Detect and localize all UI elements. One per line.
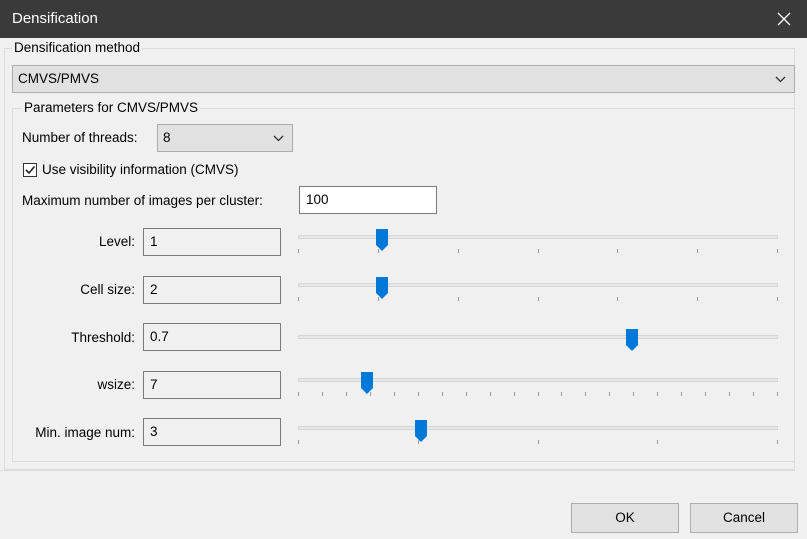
slider-tick <box>681 392 682 396</box>
slider-tick <box>538 440 539 444</box>
slider-tick <box>697 249 698 253</box>
params-group-label: Parameters for CMVS/PMVS <box>22 100 201 116</box>
footer-separator <box>0 470 795 471</box>
visibility-label[interactable]: Use visibility information (CMVS) <box>42 162 239 178</box>
slider-tick <box>418 392 419 396</box>
method-select[interactable]: CMVS/PMVS <box>12 65 795 93</box>
max-images-label: Maximum number of images per cluster: <box>22 193 263 208</box>
threads-select-value: 8 <box>163 130 171 145</box>
slider-tick <box>657 440 658 444</box>
title-bar: Densification <box>0 0 807 38</box>
densification-dialog: Densification Densification method CMVS/… <box>0 0 807 539</box>
slider-tick <box>697 297 698 301</box>
slider-tick <box>346 392 347 396</box>
min-image-num-input[interactable]: 3 <box>143 418 281 446</box>
threshold-label: Threshold: <box>71 330 135 345</box>
slider-tick <box>777 249 778 253</box>
slider-tick <box>298 249 299 253</box>
wsize-label: wsize: <box>97 377 135 392</box>
slider-tick <box>490 392 491 396</box>
slider-tick <box>458 249 459 253</box>
slider-tick <box>705 392 706 396</box>
slider-tick <box>777 392 778 396</box>
slider-tick <box>514 392 515 396</box>
slider-tick <box>538 297 539 301</box>
slider-tick <box>777 297 778 301</box>
min-image-num-label: Min. image num: <box>35 425 135 440</box>
wsize-slider[interactable] <box>298 371 778 409</box>
method-select-value: CMVS/PMVS <box>18 71 100 86</box>
min-image-num-slider[interactable] <box>298 419 778 457</box>
method-group-label: Densification method <box>12 40 143 56</box>
slider-tick <box>561 392 562 396</box>
slider-thumb-icon[interactable] <box>375 276 389 300</box>
slider-thumb-icon[interactable] <box>375 228 389 252</box>
slider-tick <box>657 392 658 396</box>
threshold-input[interactable]: 0.7 <box>143 323 281 351</box>
slider-tick <box>442 392 443 396</box>
slider-tick <box>538 392 539 396</box>
wsize-input[interactable]: 7 <box>143 371 281 399</box>
chevron-down-icon <box>273 135 284 141</box>
slider-tick <box>298 297 299 301</box>
slider-tick <box>322 392 323 396</box>
slider-thumb-icon[interactable] <box>625 328 639 352</box>
ok-button[interactable]: OK <box>571 503 679 533</box>
slider-tick <box>609 392 610 396</box>
slider-thumb-icon[interactable] <box>414 419 428 443</box>
slider-tick <box>617 249 618 253</box>
threads-label: Number of threads: <box>22 130 138 145</box>
slider-tick <box>538 249 539 253</box>
close-icon <box>777 12 791 26</box>
slider-tick <box>617 297 618 301</box>
cell-size-slider[interactable] <box>298 276 778 314</box>
slider-tick <box>633 392 634 396</box>
close-button[interactable] <box>761 0 807 38</box>
threshold-slider-track <box>298 335 778 339</box>
max-images-input[interactable]: 100 <box>299 186 437 214</box>
min-image-num-slider-track <box>298 426 778 430</box>
level-input[interactable]: 1 <box>143 228 281 256</box>
visibility-checkbox[interactable] <box>23 163 37 177</box>
slider-tick <box>585 392 586 396</box>
checkmark-icon <box>25 165 36 175</box>
slider-tick <box>753 392 754 396</box>
cell-size-label: Cell size: <box>80 282 135 297</box>
slider-tick <box>777 440 778 444</box>
threshold-slider[interactable] <box>298 328 778 366</box>
slider-tick <box>394 392 395 396</box>
threads-select[interactable]: 8 <box>157 124 293 152</box>
cancel-button[interactable]: Cancel <box>690 503 798 533</box>
chevron-down-icon <box>775 76 786 82</box>
slider-tick <box>298 440 299 444</box>
window-title: Densification <box>12 10 98 27</box>
level-slider[interactable] <box>298 228 778 266</box>
level-slider-track <box>298 235 778 239</box>
slider-tick <box>458 297 459 301</box>
cell-size-input[interactable]: 2 <box>143 276 281 304</box>
slider-tick <box>298 392 299 396</box>
slider-thumb-icon[interactable] <box>360 371 374 395</box>
level-label: Level: <box>98 234 135 249</box>
slider-tick <box>466 392 467 396</box>
cell-size-slider-track <box>298 283 778 287</box>
slider-tick <box>729 392 730 396</box>
